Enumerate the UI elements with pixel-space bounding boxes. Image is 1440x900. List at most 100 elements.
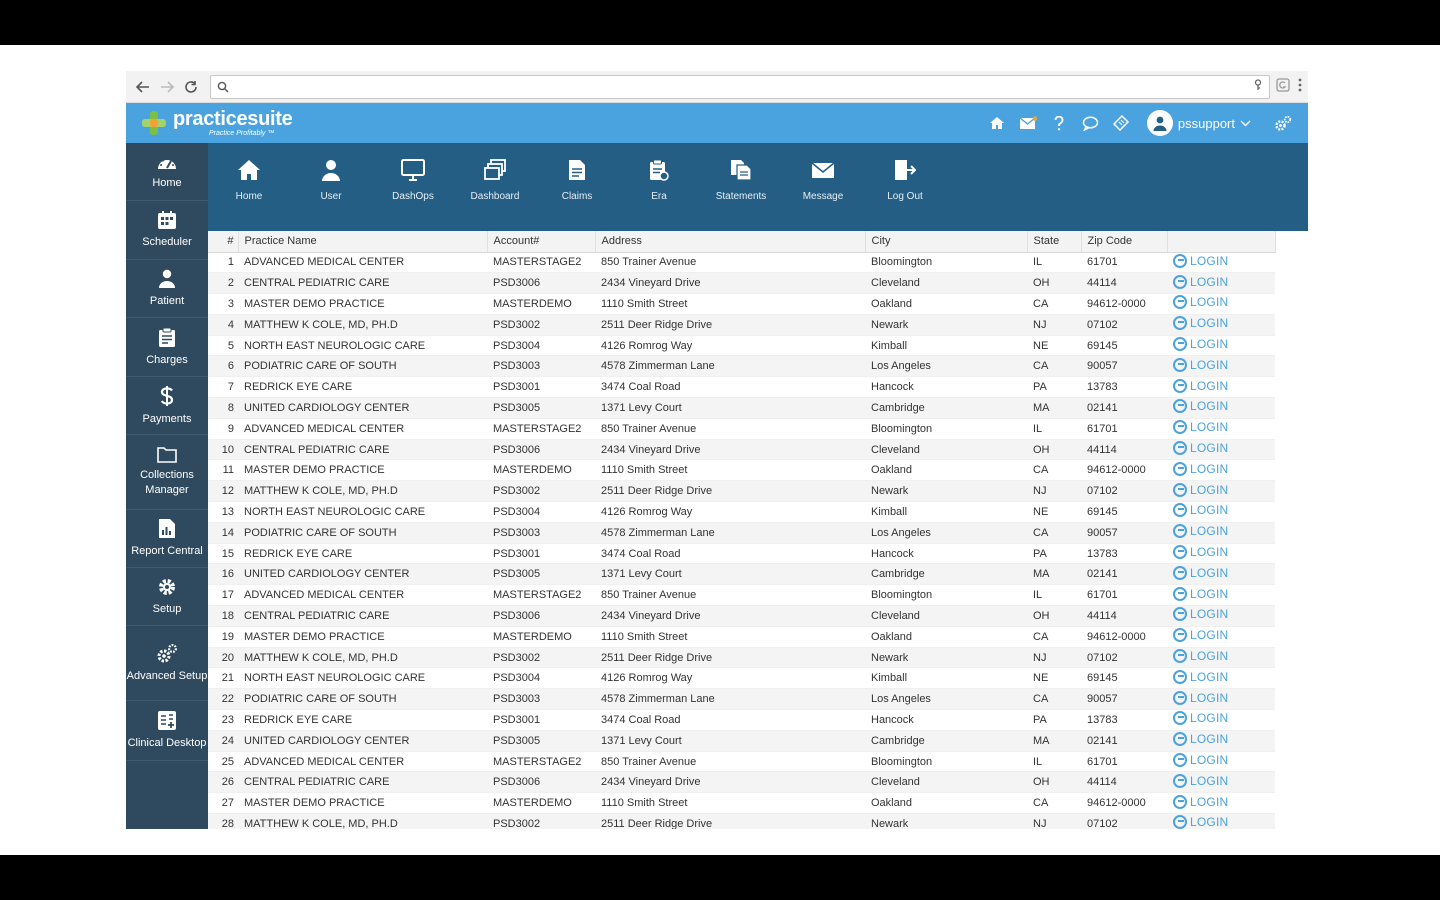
column-header-city[interactable]: City (865, 231, 1028, 253)
column-header-number[interactable]: # (208, 231, 239, 253)
table-row[interactable]: 8 UNITED CARDIOLOGY CENTER PSD3005 1371 Lev… (208, 397, 1275, 419)
table-row[interactable]: 6 PODIATRIC CARE OF SOUTH PSD3003 4578 Zimm… (208, 355, 1275, 378)
sidebar-item-advanced-setup[interactable]: Advanced Setup (126, 626, 208, 701)
login-link[interactable]: LOGIN (1173, 441, 1228, 456)
login-link[interactable]: LOGIN (1173, 690, 1228, 705)
column-header-address[interactable]: Address (595, 231, 866, 253)
reload-button[interactable] (180, 76, 202, 98)
table-row[interactable]: 28 MATTHEW K COLE, MD, PH.D PSD3002 2511 De… (208, 813, 1275, 829)
table-row[interactable]: 10 CENTRAL PEDIATRIC CARE PSD3006 2434 Vine… (208, 439, 1275, 461)
login-link[interactable]: LOGIN (1173, 482, 1228, 497)
login-link[interactable]: LOGIN (1173, 420, 1228, 435)
table-row[interactable]: 21 NORTH EAST NEUROLOGIC CARE PSD3004 4126 … (208, 667, 1275, 690)
login-link[interactable]: LOGIN (1173, 711, 1228, 726)
user-menu[interactable]: pssupport (1146, 110, 1251, 136)
browser-menu-icon[interactable] (1298, 78, 1302, 95)
sidebar-item-collections-manager[interactable]: Collections Manager (126, 435, 208, 510)
login-link[interactable]: LOGIN (1173, 815, 1228, 829)
login-link[interactable]: LOGIN (1173, 732, 1228, 747)
column-header-account[interactable]: Account# (487, 231, 596, 253)
key-icon[interactable] (1253, 79, 1263, 94)
login-link[interactable]: LOGIN (1173, 378, 1228, 393)
sidebar-item-clinical-desktop[interactable]: Clinical Desktop (126, 701, 208, 761)
table-row[interactable]: 22 PODIATRIC CARE OF SOUTH PSD3003 4578 Zim… (208, 688, 1275, 711)
login-link[interactable]: LOGIN (1173, 607, 1228, 622)
table-row[interactable]: 20 MATTHEW K COLE, MD, PH.D PSD3002 2511 De… (208, 647, 1275, 669)
toolbar-user[interactable]: User (290, 143, 372, 231)
gears-icon (1274, 115, 1291, 131)
toolbar-dashboard[interactable]: Dashboard (454, 143, 536, 231)
login-link[interactable]: LOGIN (1173, 316, 1228, 331)
back-button[interactable] (132, 76, 154, 98)
login-link[interactable]: LOGIN (1173, 253, 1228, 268)
table-row[interactable]: 4 MATTHEW K COLE, MD, PH.D PSD3002 2511 Dee… (208, 314, 1275, 336)
table-row[interactable]: 12 MATTHEW K COLE, MD, PH.D PSD3002 2511 De… (208, 480, 1275, 503)
table-row[interactable]: 23 REDRICK EYE CARE PSD3001 3474 Coal Road H… (208, 709, 1275, 731)
toolbar-logout[interactable]: Log Out (864, 143, 946, 231)
table-row[interactable]: 27 MASTER DEMO PRACTICE MASTERDEMO 1110 Smi… (208, 792, 1275, 815)
column-header-practice-name[interactable]: Practice Name (238, 231, 488, 253)
toolbar-dashops[interactable]: DashOps (372, 143, 454, 231)
login-link[interactable]: LOGIN (1173, 794, 1228, 809)
table-row[interactable]: 18 CENTRAL PEDIATRIC CARE PSD3006 2434 Vine… (208, 605, 1275, 627)
sidebar-item-charges[interactable]: Charges (126, 318, 208, 377)
toolbar-message[interactable]: Message (782, 143, 864, 231)
toolbar-home[interactable]: Home (208, 143, 290, 231)
table-row[interactable]: 26 CENTRAL PEDIATRIC CARE PSD3006 2434 Vine… (208, 771, 1275, 794)
login-link[interactable]: LOGIN (1173, 461, 1228, 476)
login-link[interactable]: LOGIN (1173, 649, 1228, 664)
header-help-button[interactable] (1044, 108, 1075, 138)
table-row[interactable]: 16 UNITED CARDIOLOGY CENTER PSD3005 1371 Le… (208, 563, 1275, 586)
table-row[interactable]: 9 ADVANCED MEDICAL CENTER MASTERSTAGE2 850 … (208, 418, 1275, 440)
header-chat-button[interactable] (1075, 108, 1106, 138)
login-link[interactable]: LOGIN (1173, 773, 1228, 788)
sidebar-item-scheduler[interactable]: Scheduler (126, 201, 208, 260)
app-body: Home Scheduler Patient Charges Payments (126, 143, 1308, 829)
sidebar-item-patient[interactable]: Patient (126, 260, 208, 318)
login-link[interactable]: LOGIN (1173, 295, 1228, 310)
toolbar-statements[interactable]: Statements (700, 143, 782, 231)
login-link[interactable]: LOGIN (1173, 357, 1228, 372)
table-row[interactable]: 15 REDRICK EYE CARE PSD3001 3474 Coal Road H… (208, 543, 1275, 565)
toolbar-claims[interactable]: Claims (536, 143, 618, 231)
header-mail-button[interactable] (1013, 108, 1044, 138)
address-input[interactable] (235, 79, 1253, 94)
login-link[interactable]: LOGIN (1173, 337, 1228, 352)
login-link[interactable]: LOGIN (1173, 545, 1228, 560)
toolbar-era[interactable]: Era (618, 143, 700, 231)
table-row[interactable]: 2 CENTRAL PEDIATRIC CARE PSD3006 2434 Viney… (208, 272, 1275, 295)
login-link[interactable]: LOGIN (1173, 753, 1228, 768)
login-link[interactable]: LOGIN (1173, 669, 1228, 684)
table-row[interactable]: 5 NORTH EAST NEUROLOGIC CARE PSD3004 4126 R… (208, 335, 1275, 357)
sidebar-item-setup[interactable]: Setup (126, 568, 208, 626)
table-row[interactable]: 14 PODIATRIC CARE OF SOUTH PSD3003 4578 Zim… (208, 522, 1275, 544)
login-link[interactable]: LOGIN (1173, 524, 1228, 539)
login-link[interactable]: LOGIN (1173, 586, 1228, 601)
table-row[interactable]: 13 NORTH EAST NEUROLOGIC CARE PSD3004 4126 … (208, 501, 1275, 523)
header-settings-button[interactable] (1267, 108, 1298, 138)
login-link[interactable]: LOGIN (1173, 274, 1228, 289)
table-row[interactable]: 19 MASTER DEMO PRACTICE MASTERDEMO 1110 Smi… (208, 626, 1275, 648)
practicesuite-logo[interactable]: practicesuite Practice Profitably ™ (140, 109, 293, 137)
forward-button[interactable] (156, 76, 178, 98)
address-bar[interactable] (210, 74, 1270, 99)
table-row[interactable]: 25 ADVANCED MEDICAL CENTER MASTERSTAGE2 850… (208, 751, 1275, 773)
table-row[interactable]: 7 REDRICK EYE CARE PSD3001 3474 Coal Road Ha… (208, 376, 1275, 399)
login-link[interactable]: LOGIN (1173, 399, 1228, 414)
header-tag-button[interactable] (1106, 108, 1137, 138)
table-row[interactable]: 24 UNITED CARDIOLOGY CENTER PSD3005 1371 Le… (208, 730, 1275, 752)
login-link[interactable]: LOGIN (1173, 628, 1228, 643)
table-row[interactable]: 1 ADVANCED MEDICAL CENTER MASTERSTAGE2 850 … (208, 252, 1275, 274)
login-link[interactable]: LOGIN (1173, 565, 1228, 580)
column-header-state[interactable]: State (1027, 231, 1082, 253)
extension-icon[interactable] (1276, 78, 1290, 95)
column-header-zip[interactable]: Zip Code (1081, 231, 1168, 253)
table-row[interactable]: 17 ADVANCED MEDICAL CENTER MASTERSTAGE2 850… (208, 584, 1275, 607)
sidebar-item-home[interactable]: Home (126, 143, 208, 201)
table-row[interactable]: 3 MASTER DEMO PRACTICE MASTERDEMO 1110 Smit… (208, 293, 1275, 315)
login-link[interactable]: LOGIN (1173, 503, 1228, 518)
sidebar-item-report-central[interactable]: Report Central (126, 510, 208, 568)
sidebar-item-payments[interactable]: Payments (126, 377, 208, 435)
table-row[interactable]: 11 MASTER DEMO PRACTICE MASTERDEMO 1110 Smi… (208, 459, 1275, 482)
header-home-button[interactable] (982, 108, 1013, 138)
